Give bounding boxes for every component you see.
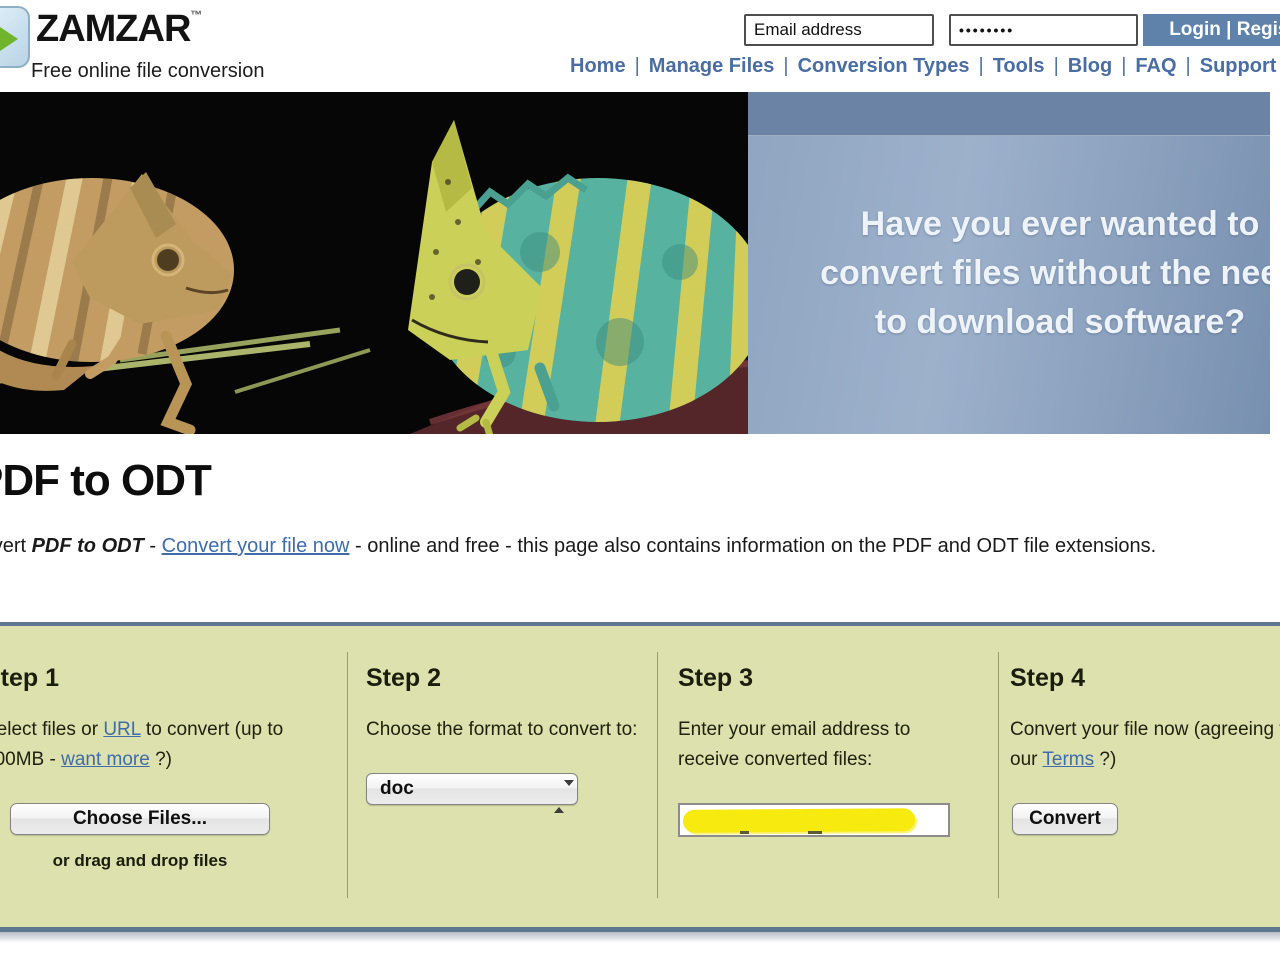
zamzar-page: ZAMZAR™ Free online file conversion Logi…: [0, 0, 1280, 960]
headline-line-2: convert files without the need: [780, 249, 1270, 298]
nav-manage-files[interactable]: Manage Files: [649, 55, 775, 77]
recipient-email-input[interactable]: [678, 803, 950, 837]
step-divider: [347, 652, 348, 898]
green-arrow-icon: [0, 23, 18, 55]
nav-separator: |: [635, 55, 640, 77]
step-3: Step 3 Enter your email address to recei…: [678, 664, 960, 837]
banner-top-band: [748, 92, 1270, 136]
step-divider: [998, 652, 999, 898]
intro-lead: Convert: [0, 535, 32, 557]
nav-separator: |: [1054, 55, 1059, 77]
step-1-title: Step 1: [0, 664, 320, 693]
brand-text: ZAMZAR: [36, 8, 190, 50]
step-4-desc: Convert your file now (agreeing to our T…: [1010, 715, 1280, 775]
step-2-desc: Choose the format to convert to:: [366, 715, 642, 745]
nav-separator: |: [783, 55, 788, 77]
format-select[interactable]: doc: [366, 773, 578, 805]
intro-emphasis: PDF to ODT: [32, 535, 144, 557]
terms-link[interactable]: Terms: [1042, 749, 1094, 770]
redacted-text-fragment: [808, 831, 822, 834]
step-1-desc-text: ?): [150, 749, 172, 770]
step-1-desc: Select files or URL to convert (up to 10…: [0, 715, 320, 775]
nav-separator: |: [1186, 55, 1191, 77]
panel-bottom-shadow: [0, 932, 1280, 943]
page-title: PDF to ODT: [0, 456, 211, 506]
redacted-text-fragment: [740, 831, 749, 834]
nav-faq[interactable]: FAQ: [1135, 55, 1176, 77]
convert-your-file-now-link[interactable]: Convert your file now: [162, 535, 350, 557]
url-link[interactable]: URL: [103, 719, 140, 740]
nav-blog[interactable]: Blog: [1068, 55, 1112, 77]
brand-tagline: Free online file conversion: [31, 60, 264, 83]
step-1-desc-text: Select files or: [0, 719, 103, 740]
chameleons-photo: [0, 92, 748, 434]
nav-support[interactable]: Support: [1200, 55, 1277, 77]
step-2: Step 2 Choose the format to convert to: …: [366, 664, 642, 805]
choose-files-button[interactable]: Choose Files...: [10, 803, 270, 835]
step-divider: [657, 652, 658, 898]
headline-line-1: Have you ever wanted to: [780, 200, 1270, 249]
intro-sep: -: [144, 535, 162, 557]
nav-tools[interactable]: Tools: [993, 55, 1045, 77]
nav-separator: |: [979, 55, 984, 77]
intro-text: Convert PDF to ODT - Convert your file n…: [0, 535, 1156, 558]
step-4: Step 4 Convert your file now (agreeing t…: [1010, 664, 1280, 835]
step-2-title: Step 2: [366, 664, 642, 693]
convert-button[interactable]: Convert: [1012, 803, 1118, 835]
email-login-input[interactable]: [744, 14, 934, 46]
select-stepper-icon: [554, 782, 566, 812]
step-1: Step 1 Select files or URL to convert (u…: [0, 664, 320, 871]
step-3-desc: Enter your email address to receive conv…: [678, 715, 960, 775]
want-more-link[interactable]: want more: [61, 749, 150, 770]
main-nav: Home | Manage Files | Conversion Types | Tools…: [570, 55, 1280, 78]
zamzar-logo-icon: [0, 6, 30, 68]
brand-name: ZAMZAR™: [36, 8, 202, 51]
intro-rest: - online and free - this page also conta…: [349, 535, 1156, 557]
step-4-title: Step 4: [1010, 664, 1280, 693]
password-login-input[interactable]: [949, 14, 1138, 46]
step-4-desc-text: ?): [1094, 749, 1116, 770]
headline-line-3: to download software?: [780, 298, 1270, 347]
format-select-value: doc: [380, 778, 414, 799]
trademark-symbol: ™: [190, 8, 202, 22]
banner-headline: Have you ever wanted to convert files wi…: [780, 200, 1270, 347]
nav-separator: |: [1121, 55, 1126, 77]
nav-conversion-types[interactable]: Conversion Types: [798, 55, 970, 77]
drag-drop-note: or drag and drop files: [10, 851, 270, 871]
highlight-redaction: [683, 808, 915, 833]
promo-banner: Have you ever wanted to convert files wi…: [0, 92, 1270, 434]
nav-home[interactable]: Home: [570, 55, 626, 77]
login-register-button[interactable]: Login | Register: [1143, 14, 1280, 46]
step-3-title: Step 3: [678, 664, 960, 693]
